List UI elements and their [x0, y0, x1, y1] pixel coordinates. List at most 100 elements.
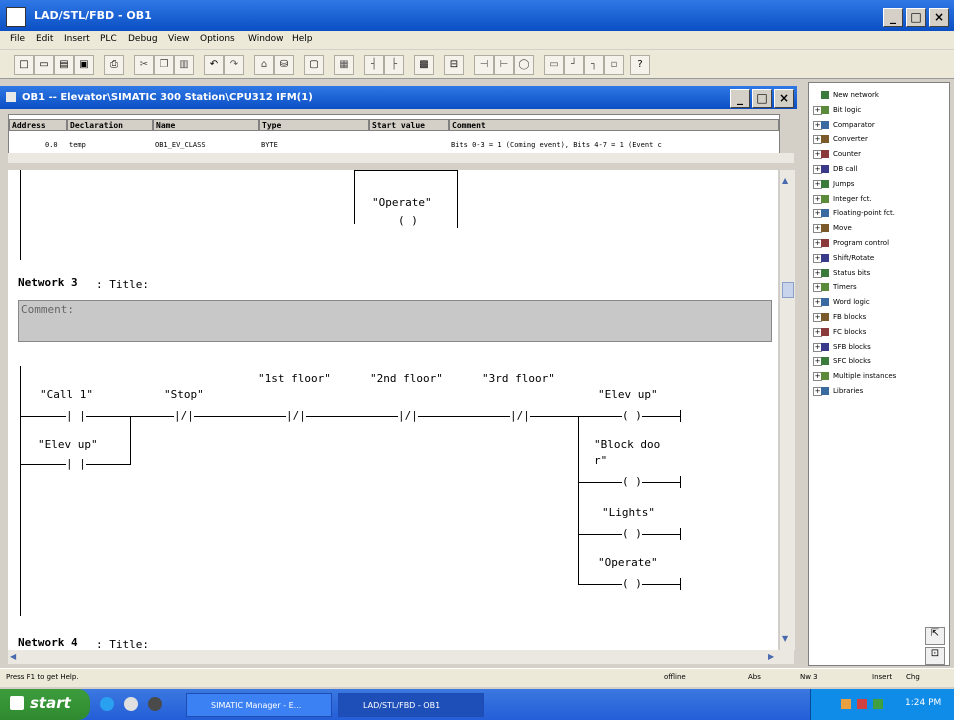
coil-label-lights[interactable]: "Lights" [602, 506, 655, 519]
catalog-dock-button[interactable]: ⊡ [925, 647, 945, 665]
scroll-left-icon[interactable]: ◀ [10, 652, 16, 661]
catalog-item[interactable]: + SFC blocks [809, 355, 947, 367]
open-icon[interactable]: ▭ [34, 55, 54, 75]
help-icon[interactable]: ? [630, 55, 650, 75]
outlook-icon[interactable] [124, 697, 138, 711]
scroll-down-icon[interactable]: ▼ [782, 634, 788, 643]
branch-close-icon[interactable]: ├ [384, 55, 404, 75]
contact-call1[interactable]: | | [66, 409, 86, 422]
branch-open-icon[interactable]: ┤ [364, 55, 384, 75]
coil-label-block-door-1[interactable]: "Block doo [594, 438, 660, 451]
menu-edit[interactable]: Edit [36, 34, 53, 44]
catalog-item[interactable]: + Comparator [809, 119, 947, 131]
catalog-item[interactable]: + Timers [809, 281, 947, 293]
minimize-button[interactable]: _ [883, 8, 903, 27]
col-header-start-value[interactable]: Start value [369, 119, 449, 131]
start-button[interactable]: start [0, 689, 90, 720]
contact-label-call1[interactable]: "Call 1" [40, 388, 93, 401]
contact-label-3rd-floor[interactable]: "3rd floor" [482, 372, 555, 385]
catalog-item[interactable]: + FC blocks [809, 326, 947, 338]
contact-1st-floor[interactable]: |/| [286, 409, 306, 422]
col-header-comment[interactable]: Comment [449, 119, 779, 131]
monitor-icon[interactable]: ⛁ [274, 55, 294, 75]
editor-vertical-scrollbar[interactable]: ▲ ▼ [779, 170, 795, 650]
menu-options[interactable]: Options [200, 34, 235, 44]
lad-view-icon[interactable]: ⊟ [444, 55, 464, 75]
menu-file[interactable]: File [10, 34, 25, 44]
tray-icon-3[interactable] [873, 699, 883, 709]
col-header-address[interactable]: Address [9, 119, 67, 131]
child-close-button[interactable]: × [774, 89, 794, 108]
coil-lights[interactable]: ( ) [622, 527, 642, 540]
cut-icon[interactable]: ✂ [134, 55, 154, 75]
scroll-up-icon[interactable]: ▲ [782, 176, 788, 185]
task-lad-stl-fbd[interactable]: LAD/STL/FBD - OB1 [338, 693, 484, 717]
lad-editor[interactable]: "Operate" ( ) Network 3 : Title: Comment… [8, 170, 778, 650]
contact-no-icon[interactable]: ⊣ [474, 55, 494, 75]
scroll-thumb[interactable] [782, 282, 794, 298]
redo-icon[interactable]: ↷ [224, 55, 244, 75]
network3-title[interactable]: : Title: [96, 278, 149, 291]
branch-icon[interactable]: ┘ [564, 55, 584, 75]
app-icon[interactable] [6, 7, 26, 27]
catalog-hide-button[interactable]: ⇱ [925, 627, 945, 645]
catalog-item[interactable]: + Bit logic [809, 104, 947, 116]
empty-box-icon[interactable]: ▫ [604, 55, 624, 75]
coil-label-elev-up[interactable]: "Elev up" [598, 388, 658, 401]
menu-window[interactable]: Window [248, 34, 284, 44]
menu-plc[interactable]: PLC [100, 34, 117, 44]
coil-symbol-top[interactable]: ( ) [398, 214, 418, 227]
contact-label-2nd-floor[interactable]: "2nd floor" [370, 372, 443, 385]
catalog-item[interactable]: + SFB blocks [809, 341, 947, 353]
contact-label-elev-up[interactable]: "Elev up" [38, 438, 98, 451]
contact-label-1st-floor[interactable]: "1st floor" [258, 372, 331, 385]
child-maximize-button[interactable]: □ [752, 89, 772, 108]
child-minimize-button[interactable]: _ [730, 89, 750, 108]
contact-label-stop[interactable]: "Stop" [164, 388, 204, 401]
download-icon[interactable]: ▤ [54, 55, 74, 75]
catalog-item[interactable]: + Move [809, 222, 947, 234]
menu-view[interactable]: View [168, 34, 189, 44]
overview-icon[interactable]: ▢ [304, 55, 324, 75]
coil-block-door[interactable]: ( ) [622, 475, 642, 488]
editor-horizontal-scrollbar[interactable]: ◀ ▶ [8, 650, 794, 664]
coil-label-operate-top[interactable]: "Operate" [372, 196, 432, 209]
catalog-item[interactable]: + Jumps [809, 178, 947, 190]
coil-icon[interactable]: ◯ [514, 55, 534, 75]
print-icon[interactable]: ⎙ [104, 55, 124, 75]
undo-icon[interactable]: ↶ [204, 55, 224, 75]
coil-label-operate[interactable]: "Operate" [598, 556, 658, 569]
paste-icon[interactable]: ▥ [174, 55, 194, 75]
task-simatic-manager[interactable]: SIMATIC Manager - E... [186, 693, 332, 717]
copy-icon[interactable]: ❐ [154, 55, 174, 75]
tray-icon-1[interactable] [841, 699, 851, 709]
contact-elev-up[interactable]: | | [66, 457, 86, 470]
catalog-item[interactable]: + Floating-point fct. [809, 207, 947, 219]
network4-title[interactable]: : Title: [96, 638, 149, 650]
close-button[interactable]: × [929, 8, 949, 27]
catalog-icon[interactable]: ▩ [414, 55, 434, 75]
ie-icon[interactable] [100, 697, 114, 711]
scroll-right-icon[interactable]: ▶ [768, 652, 774, 661]
declaration-scrollbar[interactable] [8, 153, 794, 163]
menu-help[interactable]: Help [292, 34, 313, 44]
tray-icon-2[interactable] [857, 699, 867, 709]
coil-label-block-door-2[interactable]: r" [594, 454, 607, 467]
contact-stop[interactable]: |/| [174, 409, 194, 422]
new-icon[interactable]: □ [14, 55, 34, 75]
contact-2nd-floor[interactable]: |/| [398, 409, 418, 422]
maximize-button[interactable]: □ [906, 8, 926, 27]
menu-insert[interactable]: Insert [64, 34, 90, 44]
catalog-item[interactable]: + Shift/Rotate [809, 252, 947, 264]
catalog-item[interactable]: + Converter [809, 133, 947, 145]
contact-nc-icon[interactable]: ⊢ [494, 55, 514, 75]
connect-icon[interactable]: ┐ [584, 55, 604, 75]
network3-comment-box[interactable]: Comment: [18, 300, 772, 342]
table-row[interactable]: 0.0 temp OB1_EV_CLASS BYTE Bits 0-3 = 1 … [9, 131, 779, 153]
network-icon[interactable]: ▦ [334, 55, 354, 75]
accessible-nodes-icon[interactable]: ⌂ [254, 55, 274, 75]
col-header-type[interactable]: Type [259, 119, 369, 131]
contact-3rd-floor[interactable]: |/| [510, 409, 530, 422]
catalog-item[interactable]: + Counter [809, 148, 947, 160]
coil-operate[interactable]: ( ) [622, 577, 642, 590]
